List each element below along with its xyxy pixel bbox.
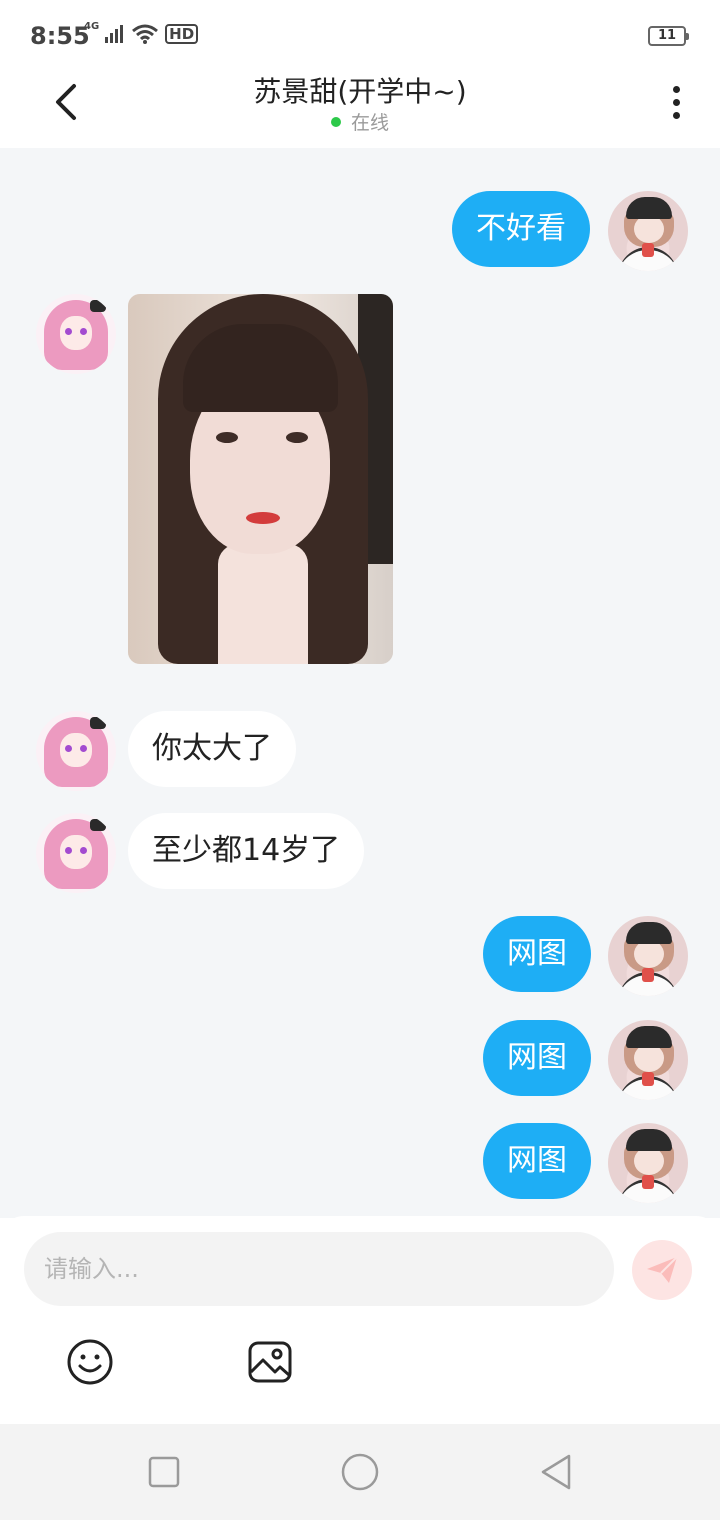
chat-header: 苏景甜(开学中~) 在线 [0, 60, 720, 148]
more-vertical-icon [672, 85, 680, 93]
online-dot-icon [330, 116, 341, 127]
network-type: 4G [84, 20, 100, 32]
message-list[interactable]: 不好看 你太大了 至少都14岁了 网图 网图 网图 [0, 148, 720, 1218]
send-button[interactable] [632, 1240, 692, 1300]
online-status-text: 在线 [350, 112, 389, 134]
message-bubble-received[interactable]: 至少都14岁了 [128, 813, 365, 889]
message-image[interactable] [128, 294, 393, 664]
square-icon [148, 1456, 180, 1488]
avatar-self[interactable] [608, 1123, 688, 1203]
message-bubble-sent[interactable]: 网图 [483, 1123, 591, 1199]
back-nav-button[interactable] [532, 1448, 580, 1496]
system-nav-bar [0, 1424, 720, 1520]
status-icons: 4G HD [84, 20, 199, 44]
image-icon [248, 1341, 292, 1383]
chat-status: 在线 [0, 108, 720, 135]
battery-indicator: 11 [648, 26, 689, 46]
smiley-icon [67, 1339, 113, 1385]
avatar-self[interactable] [608, 191, 688, 271]
chat-title: 苏景甜(开学中~) [253, 75, 467, 108]
message-bubble-sent[interactable]: 网图 [483, 1020, 591, 1096]
circle-icon [341, 1453, 379, 1491]
more-options-button[interactable] [656, 78, 696, 126]
signal-icon [105, 25, 124, 43]
message-input[interactable] [24, 1232, 614, 1306]
status-time: 8:55 [30, 22, 90, 50]
hd-badge: HD [165, 24, 199, 44]
home-button[interactable] [336, 1448, 384, 1496]
image-picker-button[interactable] [244, 1336, 296, 1388]
message-bubble-sent[interactable]: 不好看 [452, 191, 590, 267]
avatar-contact[interactable] [36, 711, 116, 791]
message-bubble-sent[interactable]: 网图 [483, 916, 591, 992]
avatar-contact[interactable] [36, 813, 116, 893]
recents-button[interactable] [140, 1448, 188, 1496]
paper-plane-icon [647, 1256, 678, 1283]
composer-panel [0, 1216, 720, 1424]
avatar-contact[interactable] [36, 294, 116, 374]
avatar-self[interactable] [608, 916, 688, 996]
message-bubble-received[interactable]: 你太大了 [128, 711, 296, 787]
wifi-icon [132, 24, 159, 44]
triangle-back-icon [541, 1454, 571, 1490]
emoji-button[interactable] [64, 1336, 116, 1388]
avatar-self[interactable] [608, 1020, 688, 1100]
